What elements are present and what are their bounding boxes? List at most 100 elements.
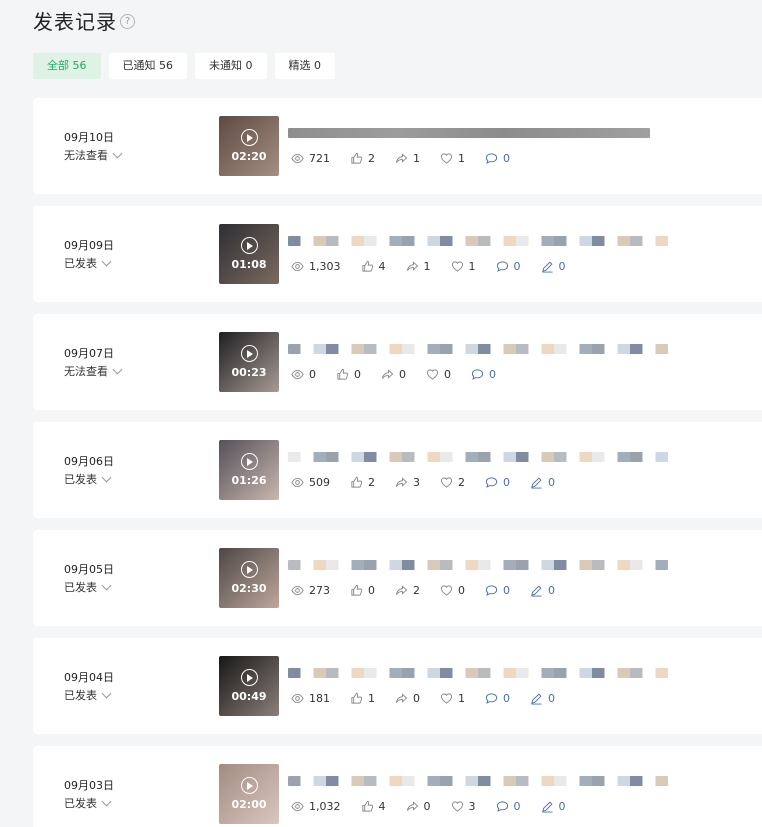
record-card: 09月05日 已发表 02:30 273 0 2 0 0 0 <box>33 530 762 626</box>
filter-tab[interactable]: 全部 56 <box>33 53 101 79</box>
stat-value: 0 <box>489 368 496 381</box>
stat-comments[interactable]: 0 <box>471 368 496 381</box>
chevron-down-icon <box>101 256 112 266</box>
heart-icon <box>426 368 444 381</box>
video-thumbnail[interactable]: 02:20 <box>219 116 279 176</box>
record-stats: 509 2 3 2 0 0 <box>291 476 575 489</box>
stat-value: 0 <box>399 368 406 381</box>
stat-edit[interactable]: 0 <box>530 584 555 597</box>
record-date: 09月05日 <box>64 563 114 576</box>
filter-tab[interactable]: 已通知 56 <box>108 53 187 79</box>
stat-shares: 0 <box>395 692 420 705</box>
stat-shares: 0 <box>381 368 406 381</box>
stat-value: 2 <box>458 476 465 489</box>
share-icon <box>381 368 399 381</box>
video-duration: 01:08 <box>231 258 267 271</box>
record-status-dropdown[interactable]: 已发表 <box>64 579 112 595</box>
stat-shares: 3 <box>395 476 420 489</box>
blurred-title <box>288 668 668 678</box>
stat-views: 509 <box>291 476 330 489</box>
record-date: 09月06日 <box>64 455 114 468</box>
stat-value: 721 <box>309 152 330 165</box>
thumbs-up-icon <box>350 584 368 597</box>
page-title: 发表记录 <box>33 10 117 34</box>
record-status-label: 已发表 <box>64 797 97 810</box>
stat-edit[interactable]: 0 <box>530 476 555 489</box>
stat-views: 721 <box>291 152 330 165</box>
share-icon <box>395 152 413 165</box>
record-status-dropdown[interactable]: 已发表 <box>64 255 112 271</box>
heart-icon <box>440 584 458 597</box>
record-status-dropdown[interactable]: 已发表 <box>64 795 112 811</box>
video-thumbnail[interactable]: 01:26 <box>219 440 279 500</box>
record-status-dropdown[interactable]: 已发表 <box>64 687 112 703</box>
stat-value: 181 <box>309 692 330 705</box>
record-card: 09月07日 无法查看 00:23 0 0 0 0 0 <box>33 314 762 410</box>
video-thumbnail[interactable]: 00:23 <box>219 332 279 392</box>
stat-value: 0 <box>548 476 555 489</box>
stat-value: 0 <box>458 584 465 597</box>
video-thumbnail[interactable]: 00:49 <box>219 656 279 716</box>
filter-tab[interactable]: 精选 0 <box>274 53 335 79</box>
stat-value: 0 <box>413 692 420 705</box>
record-stats: 1,303 4 1 1 0 0 <box>291 260 586 273</box>
stat-value: 0 <box>548 692 555 705</box>
help-icon[interactable]: ? <box>120 14 135 29</box>
blurred-title <box>288 776 668 786</box>
stat-value: 3 <box>468 800 476 813</box>
stat-comments[interactable]: 0 <box>485 584 510 597</box>
record-date: 09月09日 <box>64 239 114 252</box>
stat-comments[interactable]: 0 <box>485 152 510 165</box>
comment-icon <box>485 152 503 165</box>
stat-edit[interactable]: 0 <box>541 260 566 273</box>
stat-edit[interactable]: 0 <box>541 800 566 813</box>
stat-views: 1,032 <box>291 800 341 813</box>
stat-value: 0 <box>368 584 375 597</box>
thumbs-up-icon <box>336 368 354 381</box>
record-date: 09月03日 <box>64 779 114 792</box>
record-card: 09月04日 已发表 00:49 181 1 0 1 0 0 <box>33 638 762 734</box>
stat-shares: 2 <box>395 584 420 597</box>
record-card: 09月10日 无法查看 02:20 721 2 1 1 0 <box>33 98 762 194</box>
stat-favorites: 3 <box>451 800 476 813</box>
record-card: 09月03日 已发表 02:00 1,032 4 0 3 0 0 <box>33 746 762 827</box>
stat-shares: 0 <box>406 800 431 813</box>
blurred-title <box>288 236 668 246</box>
stat-comments[interactable]: 0 <box>496 800 521 813</box>
video-thumbnail[interactable]: 01:08 <box>219 224 279 284</box>
heart-icon <box>440 152 458 165</box>
video-duration: 02:20 <box>231 150 267 163</box>
video-duration: 01:26 <box>231 474 267 487</box>
share-icon <box>395 692 413 705</box>
stat-shares: 1 <box>406 260 431 273</box>
stat-value: 0 <box>558 260 566 273</box>
stat-views: 1,303 <box>291 260 341 273</box>
stat-value: 1 <box>458 692 465 705</box>
stat-views: 0 <box>291 368 316 381</box>
stat-value: 1 <box>423 260 431 273</box>
record-status-dropdown[interactable]: 无法查看 <box>64 147 123 163</box>
filter-tab[interactable]: 未通知 0 <box>195 53 267 79</box>
title-wrap: 发表记录 ? <box>33 6 135 35</box>
record-status-dropdown[interactable]: 无法查看 <box>64 363 123 379</box>
thumbs-up-icon <box>361 800 379 813</box>
stat-value: 1 <box>413 152 420 165</box>
record-status-dropdown[interactable]: 已发表 <box>64 471 112 487</box>
chevron-down-icon <box>101 796 112 806</box>
stat-comments[interactable]: 0 <box>485 692 510 705</box>
stat-comments[interactable]: 0 <box>496 260 521 273</box>
record-stats: 0 0 0 0 0 <box>291 368 516 381</box>
record-date: 09月07日 <box>64 347 114 360</box>
video-thumbnail[interactable]: 02:30 <box>219 548 279 608</box>
stat-value: 0 <box>513 260 521 273</box>
stat-comments[interactable]: 0 <box>485 476 510 489</box>
stat-value: 509 <box>309 476 330 489</box>
views-icon <box>291 368 309 381</box>
stat-favorites: 0 <box>440 584 465 597</box>
play-icon <box>241 345 258 362</box>
video-thumbnail[interactable]: 02:00 <box>219 764 279 824</box>
stat-edit[interactable]: 0 <box>530 692 555 705</box>
record-card: 09月06日 已发表 01:26 509 2 3 2 0 0 <box>33 422 762 518</box>
page: 发表记录 ? 全部 56 已通知 56 未通知 0 精选 0 09月10日 无法查看 02… <box>0 0 762 827</box>
heart-icon <box>440 692 458 705</box>
